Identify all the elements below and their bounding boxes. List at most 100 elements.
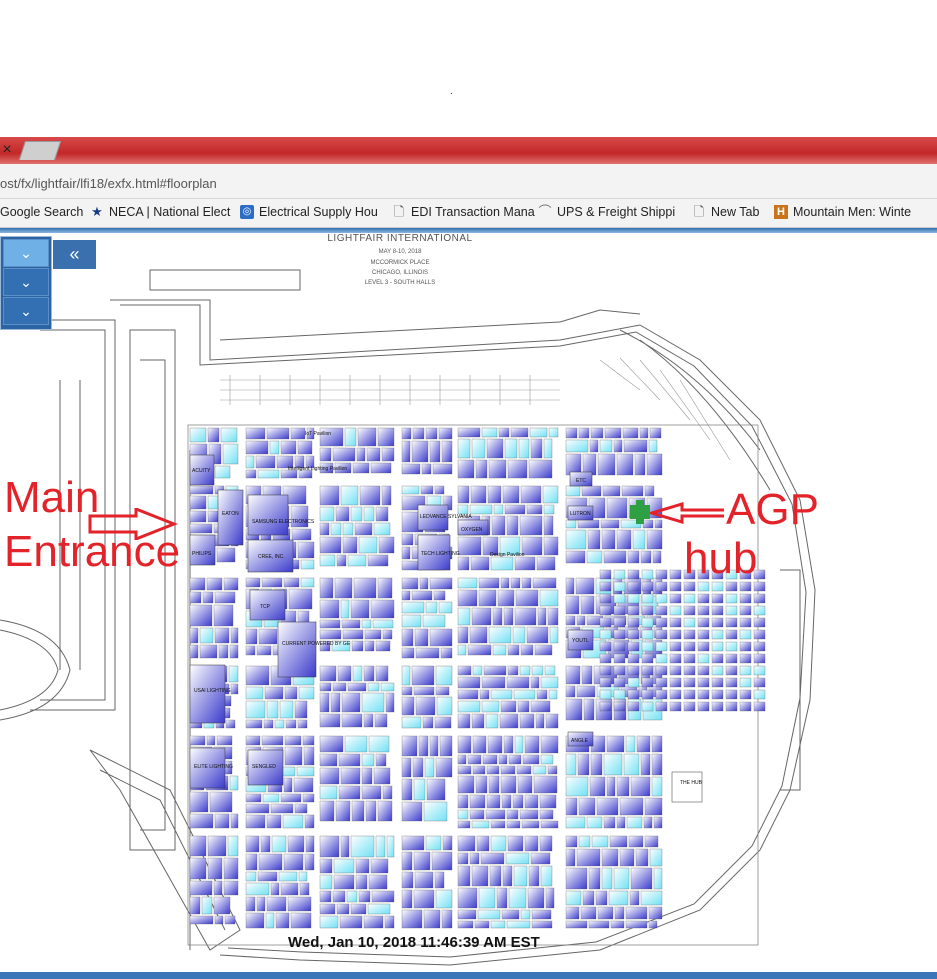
booth[interactable] [355, 874, 368, 890]
booth[interactable] [530, 852, 551, 865]
booth[interactable] [486, 794, 501, 809]
booth[interactable] [441, 440, 453, 463]
bookmark-ups[interactable]: ⌒ UPS & Freight Shippi [538, 205, 675, 220]
booth[interactable] [524, 835, 539, 852]
booth[interactable] [613, 569, 626, 580]
booth[interactable] [753, 593, 766, 604]
booth[interactable] [621, 485, 644, 497]
booth[interactable] [457, 754, 467, 765]
toggle-button-3[interactable]: ⌄ [3, 297, 49, 325]
booth[interactable] [472, 665, 483, 676]
booth[interactable] [471, 820, 490, 829]
booth[interactable] [245, 803, 270, 814]
booth[interactable] [370, 858, 389, 874]
booth[interactable] [457, 735, 472, 754]
booth[interactable] [385, 692, 395, 713]
booth[interactable] [359, 485, 381, 506]
booth[interactable] [457, 700, 481, 713]
booth[interactable] [540, 820, 559, 829]
booth[interactable] [655, 569, 668, 580]
booth[interactable] [517, 775, 533, 794]
booth[interactable] [319, 447, 332, 462]
booth[interactable] [245, 577, 261, 588]
booth[interactable] [304, 814, 315, 829]
booth[interactable] [347, 682, 367, 692]
booth[interactable] [683, 677, 696, 688]
booth[interactable] [361, 785, 382, 800]
booth[interactable] [697, 629, 710, 640]
booth[interactable] [753, 701, 766, 712]
new-tab-button[interactable] [18, 141, 62, 160]
booth[interactable] [640, 550, 652, 564]
bookmark-edi[interactable]: 🗋 EDI Transaction Mana [392, 205, 535, 220]
booth[interactable] [655, 593, 668, 604]
booth[interactable] [506, 820, 521, 829]
booth[interactable] [711, 581, 724, 592]
booth[interactable] [627, 629, 640, 640]
booth[interactable] [305, 835, 315, 853]
booth[interactable] [412, 427, 425, 440]
booth[interactable] [609, 835, 628, 848]
booth[interactable] [641, 569, 654, 580]
booth[interactable] [435, 686, 450, 696]
booth[interactable] [530, 438, 543, 459]
booth[interactable] [648, 906, 663, 920]
booth[interactable] [536, 556, 556, 571]
booth[interactable] [577, 753, 590, 776]
booth[interactable] [474, 920, 490, 929]
booth[interactable] [603, 816, 616, 829]
booth[interactable] [539, 794, 557, 809]
booth[interactable] [319, 767, 340, 785]
booth[interactable] [651, 735, 663, 753]
booth[interactable] [697, 701, 710, 712]
booth[interactable] [298, 686, 315, 700]
booth[interactable] [517, 700, 530, 713]
booth[interactable] [478, 589, 497, 607]
booth[interactable] [401, 851, 413, 871]
booth[interactable] [319, 629, 342, 640]
booth[interactable] [216, 735, 233, 746]
booth[interactable] [627, 605, 640, 616]
booth[interactable] [472, 735, 487, 754]
booth[interactable] [639, 427, 649, 439]
booth[interactable] [429, 577, 453, 590]
booth[interactable] [725, 641, 738, 652]
booth[interactable] [189, 915, 214, 925]
booth[interactable] [547, 607, 559, 626]
booth[interactable] [353, 577, 377, 599]
booth[interactable] [646, 529, 663, 550]
booth[interactable] [245, 871, 257, 882]
booth[interactable] [469, 626, 488, 644]
booth[interactable] [627, 581, 640, 592]
booth[interactable] [725, 605, 738, 616]
booth[interactable] [202, 591, 214, 604]
booth[interactable] [520, 909, 531, 920]
booth[interactable] [629, 890, 640, 906]
booth[interactable] [424, 757, 435, 778]
booth[interactable] [352, 462, 370, 474]
floorplan-map[interactable]: ACUITY EATON PHILIPS SAMSUNG ELECTRONICS… [0, 230, 937, 972]
booth[interactable] [340, 599, 350, 619]
booth[interactable] [228, 665, 239, 683]
booth[interactable] [655, 617, 668, 628]
booth[interactable] [669, 641, 682, 652]
booth[interactable] [332, 447, 356, 462]
booth[interactable] [519, 809, 539, 820]
booth[interactable] [245, 628, 258, 645]
booth[interactable] [333, 858, 355, 874]
booth[interactable] [206, 577, 223, 591]
booth[interactable] [422, 614, 446, 628]
booth[interactable] [499, 713, 519, 729]
booth[interactable] [697, 677, 710, 688]
booth[interactable] [300, 577, 315, 588]
booth[interactable] [319, 619, 341, 629]
booth[interactable] [230, 683, 239, 695]
booth[interactable] [548, 689, 558, 700]
booth[interactable] [641, 641, 654, 652]
booth[interactable] [739, 653, 752, 664]
booth[interactable] [619, 797, 644, 816]
booth[interactable] [341, 692, 361, 713]
booth[interactable] [481, 676, 506, 689]
booth[interactable] [599, 439, 613, 453]
booth[interactable] [578, 427, 590, 439]
